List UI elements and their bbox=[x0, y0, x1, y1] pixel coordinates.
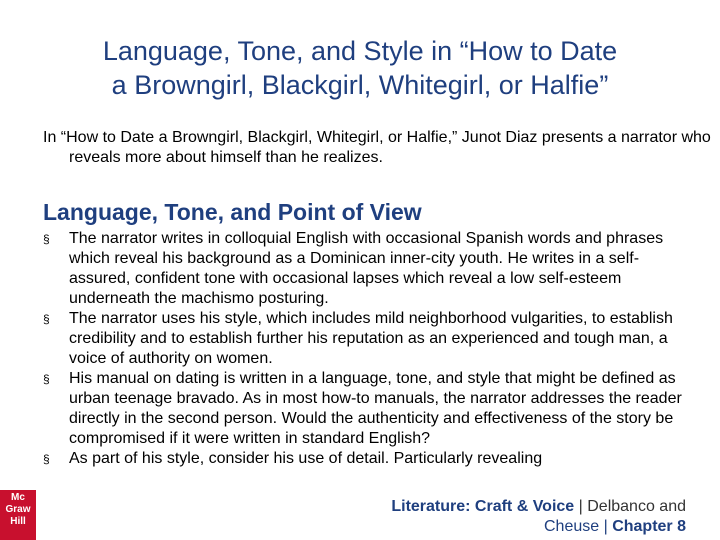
bullet-text: The narrator uses his style, which inclu… bbox=[69, 310, 673, 367]
slide-title-line-2: a Browngirl, Blackgirl, Whitegirl, or Ha… bbox=[111, 70, 609, 100]
footer-author-cheuse: Cheuse | bbox=[544, 518, 613, 535]
slide-title: Language, Tone, and Style in “How to Dat… bbox=[0, 34, 720, 102]
bullet-icon: § bbox=[43, 452, 50, 466]
bullet-text: His manual on dating is written in a lan… bbox=[69, 370, 682, 447]
bullet-text: The narrator writes in colloquial Englis… bbox=[69, 230, 664, 307]
footer-chapter: Chapter 8 bbox=[612, 518, 686, 535]
bullet-icon: § bbox=[43, 312, 50, 326]
logo-text-line-3: Hill bbox=[10, 516, 26, 527]
bullet-icon: § bbox=[43, 372, 50, 386]
bullet-text: As part of his style, consider his use o… bbox=[69, 450, 543, 467]
bullet-item: § His manual on dating is written in a l… bbox=[43, 369, 693, 449]
footer-separator: | bbox=[574, 498, 588, 515]
bullet-icon: § bbox=[43, 232, 50, 246]
footer-authors: Delbanco and bbox=[587, 498, 686, 515]
section-heading: Language, Tone, and Point of View bbox=[43, 199, 422, 225]
footer-line-1: Literature: Craft & Voice | Delbanco and bbox=[391, 497, 686, 517]
intro-paragraph: In “How to Date a Browngirl, Blackgirl, … bbox=[43, 129, 711, 166]
logo-text-line-2: Graw bbox=[5, 504, 31, 515]
bullet-item: § The narrator writes in colloquial Engl… bbox=[43, 229, 693, 309]
footer-book-title: Literature: Craft & Voice bbox=[391, 498, 575, 515]
logo-text-line-1: Mc bbox=[11, 492, 25, 503]
footer-line-2: Cheuse | Chapter 8 bbox=[391, 517, 686, 537]
bullet-list: § The narrator writes in colloquial Engl… bbox=[43, 229, 693, 469]
footer-citation: Literature: Craft & Voice | Delbanco and… bbox=[391, 497, 686, 537]
publisher-logo-icon: Mc Graw Hill bbox=[0, 490, 36, 540]
bullet-item: § The narrator uses his style, which inc… bbox=[43, 309, 693, 369]
slide-title-line-1: Language, Tone, and Style in “How to Dat… bbox=[102, 36, 618, 66]
bullet-item: § As part of his style, consider his use… bbox=[43, 449, 693, 469]
